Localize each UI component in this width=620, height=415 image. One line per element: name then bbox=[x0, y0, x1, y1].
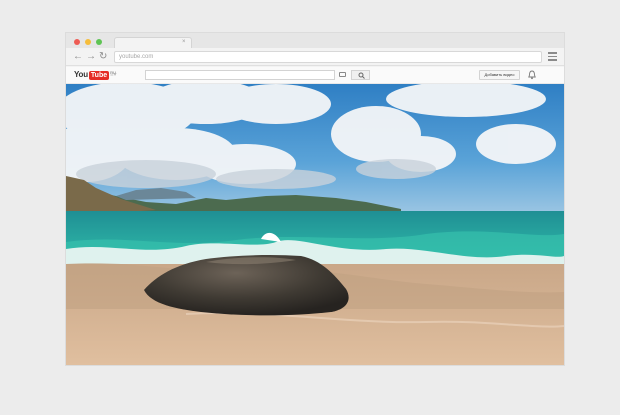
video-player[interactable] bbox=[66, 84, 564, 365]
youtube-header: You Tube RU ≡▾ Добавить видео bbox=[66, 67, 564, 84]
search-input[interactable] bbox=[145, 70, 335, 80]
upload-video-button[interactable]: Добавить видео bbox=[479, 70, 520, 80]
reload-button[interactable]: ↻ bbox=[99, 51, 107, 63]
maximize-window-button[interactable] bbox=[96, 39, 102, 45]
search-icon bbox=[358, 72, 365, 79]
browser-window: × ← → ↻ youtube.com You Tube RU ≡▾ Добав… bbox=[66, 33, 564, 365]
close-window-button[interactable] bbox=[74, 39, 80, 45]
logo-you-text: You bbox=[74, 70, 88, 79]
logo-tube-text: Tube bbox=[88, 70, 110, 80]
browser-menu-icon[interactable] bbox=[548, 52, 557, 61]
forward-button[interactable]: → bbox=[86, 51, 96, 63]
browser-toolbar: ← → ↻ youtube.com bbox=[66, 48, 564, 66]
title-bar: × bbox=[66, 33, 564, 48]
search-button[interactable] bbox=[351, 70, 370, 80]
tab-close-icon[interactable]: × bbox=[182, 38, 186, 46]
keyboard-icon[interactable] bbox=[339, 72, 346, 77]
notifications-bell-icon[interactable] bbox=[528, 70, 536, 80]
browser-tab[interactable] bbox=[114, 37, 192, 48]
guide-menu-icon[interactable]: ≡▾ bbox=[110, 72, 117, 79]
beach-video-frame bbox=[66, 84, 564, 365]
back-button[interactable]: ← bbox=[73, 51, 83, 63]
minimize-window-button[interactable] bbox=[85, 39, 91, 45]
address-bar[interactable]: youtube.com bbox=[114, 51, 542, 63]
